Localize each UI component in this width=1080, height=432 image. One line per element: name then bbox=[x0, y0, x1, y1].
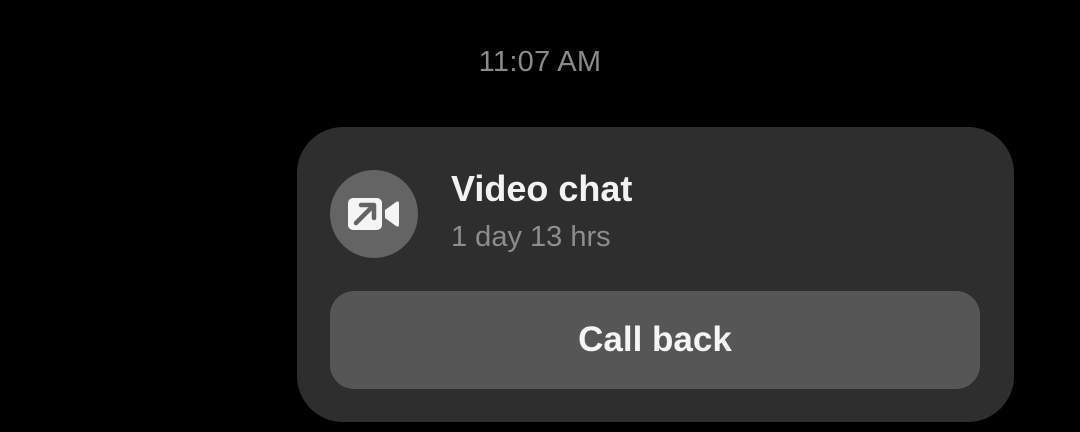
call-type-icon-circle bbox=[330, 170, 418, 258]
message-timestamp: 11:07 AM bbox=[478, 46, 602, 78]
call-duration: 1 day 13 hrs bbox=[451, 221, 611, 253]
outgoing-video-call-icon bbox=[348, 196, 400, 232]
call-title: Video chat bbox=[451, 168, 633, 209]
video-chat-call-card[interactable]: Video chat 1 day 13 hrs Call back bbox=[297, 127, 1014, 422]
call-back-button[interactable]: Call back bbox=[330, 291, 980, 389]
